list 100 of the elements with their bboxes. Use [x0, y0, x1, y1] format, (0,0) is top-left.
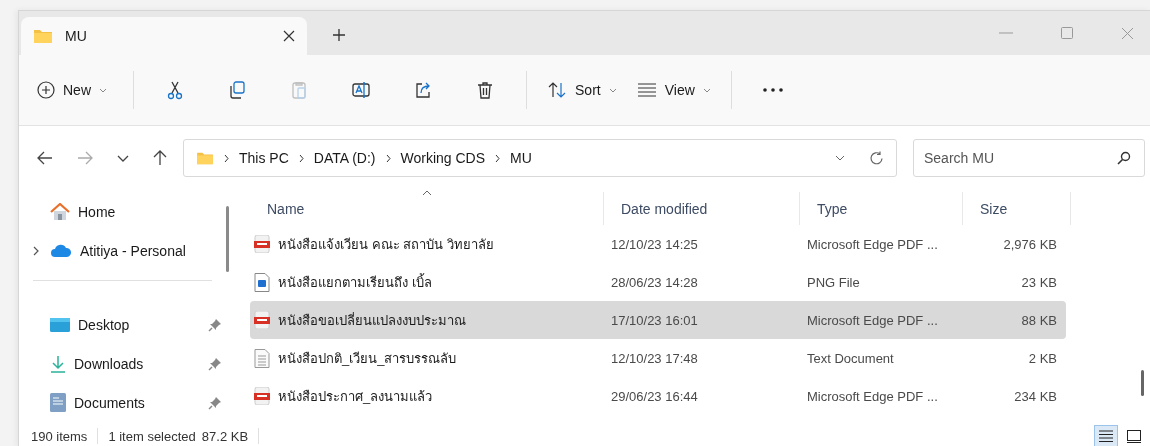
folder-icon: [33, 28, 53, 44]
file-row[interactable]: หนังสือขอเปลี่ยนแปลงงบประมาณ 17/10/23 16:01 Microsoft Edge PDF ... 88 KB: [250, 301, 1066, 339]
sort-button[interactable]: Sort: [539, 72, 625, 108]
scrollbar-thumb[interactable]: [1141, 370, 1144, 396]
chevron-icon: [385, 153, 391, 163]
scrollbar-thumb[interactable]: [226, 206, 229, 272]
plus-circle-icon: [37, 81, 55, 99]
file-row[interactable]: หนังสือประกาศ_ลงนามแล้ว 29/06/23 16:44 Microsoft Edge PDF ... 234 KB: [250, 377, 1066, 415]
table-cell-text: 23 KB: [1020, 274, 1058, 290]
rename-icon: [351, 80, 371, 100]
file-name: หนังสือแยกตามเรียนถึง เบิ้ล: [278, 272, 432, 292]
table-cell-text: PNG File: [806, 274, 861, 290]
caret-icon: [702, 87, 711, 93]
copy-icon: [227, 80, 247, 100]
details-view-button[interactable]: [1094, 425, 1118, 446]
chevron-icon: [224, 153, 229, 163]
chevron-icon: [495, 153, 501, 163]
list-icon: [636, 83, 657, 97]
selection-size: 87.2 KB: [201, 428, 249, 444]
tab-title: MU: [65, 28, 88, 44]
scissors-icon: [165, 80, 185, 100]
sidebar-label: Home: [78, 203, 117, 220]
search-icon: [1117, 151, 1131, 165]
table-cell-text: 234 KB: [1013, 388, 1058, 404]
pin-icon[interactable]: [208, 395, 222, 410]
column-header[interactable]: Size: [962, 192, 1071, 225]
clipboard-icon: [289, 80, 309, 100]
table-cell-text: 2,976 KB: [1002, 236, 1058, 252]
sidebar-item[interactable]: Atitiya - Personal: [19, 231, 226, 270]
new-tab-icon[interactable]: [332, 28, 346, 42]
column-header[interactable]: Date modified: [603, 192, 799, 225]
file-name: หนังสือขอเปลี่ยนแปลงงบประมาณ: [278, 311, 466, 330]
column-header[interactable]: Name: [250, 192, 603, 225]
sidebar-label: Documents: [74, 394, 146, 411]
trash-icon: [475, 80, 495, 100]
item-count: 190 items: [31, 428, 88, 444]
table-cell-text: 17/10/23 16:01: [610, 312, 699, 328]
view-button[interactable]: View: [628, 72, 719, 108]
table-cell-text: Microsoft Edge PDF ...: [806, 312, 939, 328]
back-icon[interactable]: [37, 151, 53, 165]
address-bar[interactable]: This PC DATA (D:) Working CDS MU: [183, 139, 897, 177]
search-field[interactable]: Search MU: [913, 139, 1145, 177]
table-cell-text: 28/06/23 14:28: [610, 274, 699, 290]
sidebar-label: Atitiya - Personal: [80, 242, 187, 259]
table-cell-text: 12/10/23 17:48: [610, 350, 699, 366]
sidebar-item[interactable]: Desktop: [19, 305, 226, 344]
table-cell-text: Text Document: [806, 350, 895, 366]
cloud-icon: [50, 243, 72, 258]
breadcrumb[interactable]: Working CDS: [400, 150, 486, 166]
up-icon[interactable]: [153, 150, 167, 166]
column-header[interactable]: Type: [799, 192, 962, 225]
preview-pane-icon: [1127, 429, 1141, 443]
sidebar-label: Desktop: [78, 316, 131, 333]
desktop-icon: [50, 316, 70, 333]
recent-icon[interactable]: [117, 154, 129, 162]
table-cell-text: 2 KB: [1027, 350, 1058, 366]
list-icon: [1099, 430, 1113, 442]
folder-icon: [196, 151, 214, 165]
file-row[interactable]: หนังสือแจ้งเวียน คณะ สถาบัน วิทยาลัย 12/10/23 14:25 Microsoft Edge PDF ... 2,976 KB: [250, 225, 1066, 263]
file-row[interactable]: หนังสือปกติ_เวียน_สารบรรณลับ 12/10/23 17:48 Text Document 2 KB: [250, 339, 1066, 377]
table-cell-text: 12/10/23 14:25: [610, 236, 699, 252]
chevron-icon: [298, 153, 304, 163]
chevron-icon[interactable]: [32, 245, 39, 256]
selection-info: 1 item selected: [108, 428, 196, 444]
home-icon: [50, 202, 70, 221]
sort-icon: [547, 81, 567, 99]
sidebar-label: Downloads: [74, 355, 145, 372]
table-cell-text: 88 KB: [1020, 312, 1058, 328]
close-icon[interactable]: [283, 30, 295, 42]
breadcrumb[interactable]: This PC: [239, 150, 289, 166]
pin-icon[interactable]: [208, 356, 222, 371]
caret-icon: [608, 87, 617, 93]
breadcrumb[interactable]: MU: [510, 150, 532, 166]
new-button[interactable]: New: [29, 72, 115, 108]
pdf-icon: [254, 235, 270, 253]
sidebar-item[interactable]: Home: [19, 192, 226, 231]
table-cell-text: Microsoft Edge PDF ...: [806, 236, 939, 252]
file-name: หนังสือปกติ_เวียน_สารบรรณลับ: [278, 349, 457, 368]
table-cell-text: Microsoft Edge PDF ...: [806, 388, 939, 404]
breadcrumb[interactable]: DATA (D:): [313, 150, 376, 166]
more-icon: [761, 88, 784, 92]
table-cell-text: 29/06/23 16:44: [610, 388, 699, 404]
share-icon: [413, 80, 433, 100]
image-file-icon: [254, 272, 270, 292]
file-name: หนังสือแจ้งเวียน คณะ สถาบัน วิทยาลัย: [278, 235, 494, 254]
file-name: หนังสือประกาศ_ลงนามแล้ว: [278, 387, 433, 406]
dropdown-icon[interactable]: [835, 155, 845, 161]
pdf-icon: [254, 387, 270, 405]
maximize-icon[interactable]: [1061, 27, 1073, 39]
pin-icon[interactable]: [208, 317, 222, 332]
download-icon: [50, 354, 66, 373]
file-row[interactable]: หนังสือแยกตามเรียนถึง เบิ้ล 28/06/23 14:28 PNG File 23 KB: [250, 263, 1066, 301]
caret-icon: [99, 87, 107, 93]
text-file-icon: [254, 348, 270, 368]
document-icon: [50, 393, 66, 412]
pdf-icon: [254, 311, 270, 329]
sidebar-item[interactable]: Documents: [19, 383, 226, 422]
folder-tab[interactable]: MU: [21, 17, 307, 55]
sidebar-item[interactable]: Downloads: [19, 344, 226, 383]
refresh-icon[interactable]: [869, 150, 884, 166]
